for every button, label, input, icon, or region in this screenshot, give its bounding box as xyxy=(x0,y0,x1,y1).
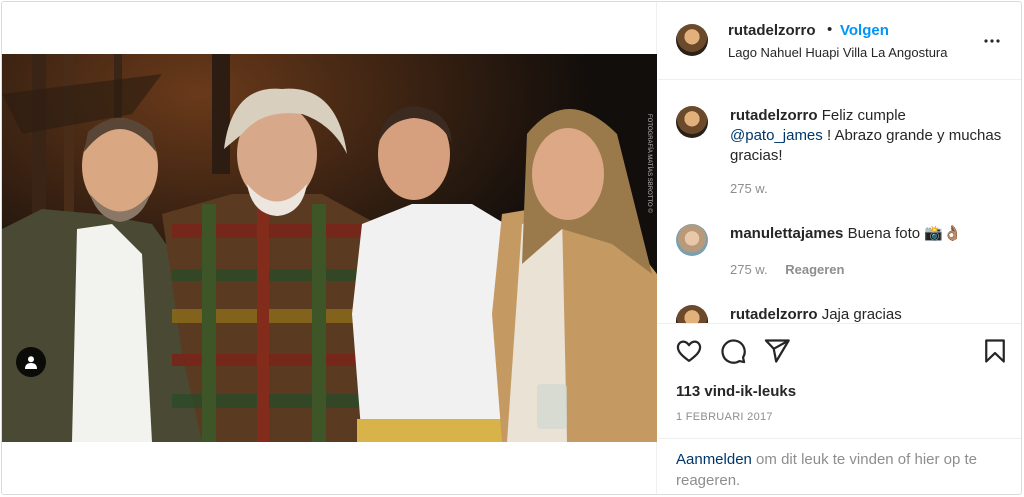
avatar[interactable] xyxy=(676,24,708,56)
login-link[interactable]: Aanmelden xyxy=(676,451,752,468)
reply-button[interactable]: Reageren xyxy=(785,262,844,277)
share-button[interactable] xyxy=(763,337,791,365)
avatar[interactable] xyxy=(676,224,708,256)
comment-age[interactable]: 275 w. xyxy=(730,181,768,196)
share-icon xyxy=(764,339,790,363)
post-dialog: FOTOGRAFÍA MATÍAS SBROTTO © rutadelzorro… xyxy=(1,1,1022,495)
comments-list[interactable]: rutadelzorro Feliz cumple @pato_james ! … xyxy=(658,80,1021,324)
mention-link[interactable]: @pato_james xyxy=(730,127,823,144)
comment-age[interactable]: 275 w. xyxy=(730,262,768,277)
follow-button[interactable]: Volgen xyxy=(840,22,889,39)
media-panel: FOTOGRAFÍA MATÍAS SBROTTO © xyxy=(2,2,657,494)
user-icon xyxy=(25,356,37,369)
comment-username[interactable]: manulettajames xyxy=(730,225,843,242)
comment-username[interactable]: rutadelzorro xyxy=(730,107,818,124)
action-bar xyxy=(658,337,1021,371)
post-header: rutadelzorro • Volgen Lago Nahuel Huapi … xyxy=(658,2,1021,80)
more-options-button[interactable] xyxy=(980,30,1004,52)
likes-count[interactable]: 113 vind-ik-leuks xyxy=(676,383,796,400)
post-photo[interactable]: FOTOGRAFÍA MATÍAS SBROTTO © xyxy=(2,54,657,442)
comment-button[interactable] xyxy=(719,337,747,365)
avatar[interactable] xyxy=(676,305,708,323)
comment-meta: 275 w. Reageren xyxy=(730,262,844,277)
comment-username[interactable]: rutadelzorro xyxy=(730,306,818,323)
like-button[interactable] xyxy=(675,337,703,365)
header-username[interactable]: rutadelzorro xyxy=(728,22,816,39)
save-button[interactable] xyxy=(981,337,1009,365)
comment-body: Buena foto 📸👌🏽 xyxy=(847,225,962,242)
separator-dot: • xyxy=(827,21,833,38)
location-link[interactable]: Lago Nahuel Huapi Villa La Angostura xyxy=(728,45,947,60)
heart-icon xyxy=(676,340,702,363)
photo-watermark: FOTOGRAFÍA MATÍAS SBROTTO © xyxy=(646,114,653,213)
avatar[interactable] xyxy=(676,106,708,138)
comment-text: rutadelzorro Feliz cumple @pato_james ! … xyxy=(730,106,1010,166)
comment-icon xyxy=(721,339,746,364)
more-icon xyxy=(984,39,1000,43)
group-photo-image: FOTOGRAFÍA MATÍAS SBROTTO © xyxy=(2,54,657,442)
login-prompt: Aanmelden om dit leuk te vinden of hier … xyxy=(658,438,1021,494)
post-sidebar: rutadelzorro • Volgen Lago Nahuel Huapi … xyxy=(658,2,1021,494)
comment-meta: 275 w. xyxy=(730,181,768,196)
comment-text: rutadelzorro Jaja gracias xyxy=(730,305,1010,323)
post-date[interactable]: 1 FEBRUARI 2017 xyxy=(676,411,773,423)
tagged-users-button[interactable] xyxy=(16,347,46,377)
comment-body: Jaja gracias xyxy=(821,306,902,323)
bookmark-icon xyxy=(985,339,1005,363)
comment-text: manulettajames Buena foto 📸👌🏽 xyxy=(730,224,1010,244)
comment-body: Feliz cumple xyxy=(821,107,906,124)
